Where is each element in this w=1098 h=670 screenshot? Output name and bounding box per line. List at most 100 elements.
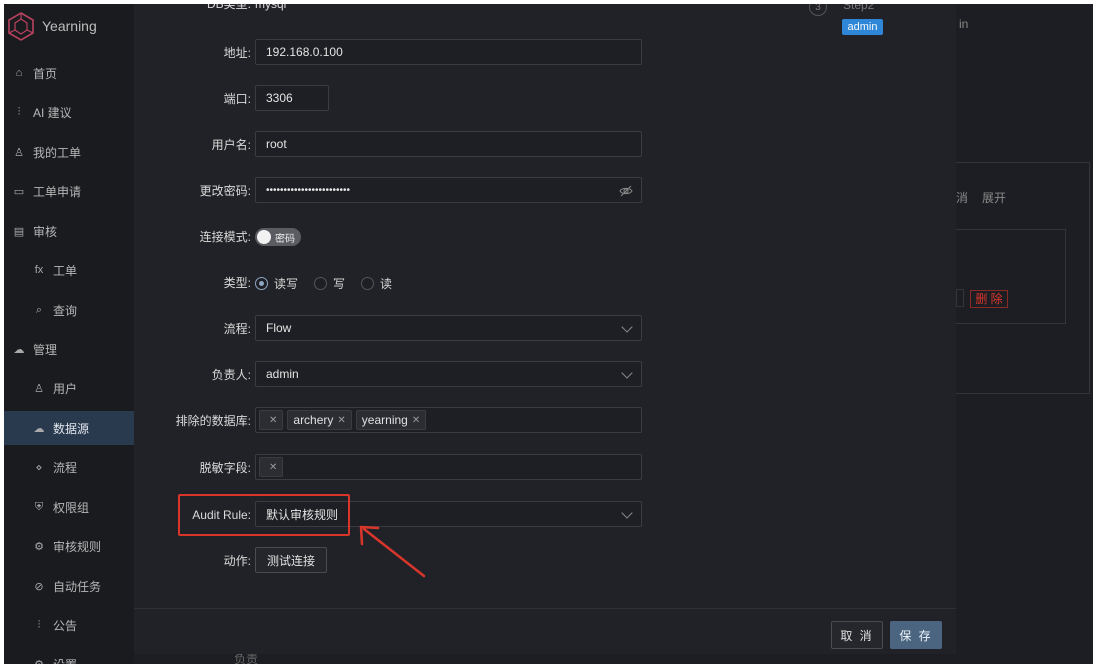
close-icon[interactable]: ✕	[412, 415, 420, 426]
username-value: root	[266, 137, 287, 151]
cloud-icon: ☁	[33, 422, 45, 435]
password-value: ••••••••••••••••••••••••	[266, 184, 351, 196]
rule-icon: ⚙	[34, 540, 44, 553]
username-input[interactable]: root	[255, 131, 642, 157]
form-row-username: 用户名: root	[134, 131, 956, 159]
form-row-address: 地址: 192.168.0.100	[134, 39, 956, 67]
port-label: 端口:	[223, 92, 251, 106]
form-row-exclude-db: 排除的数据库: ✕ archery ✕ yearning ✕	[134, 407, 956, 435]
close-icon[interactable]: ✕	[269, 462, 277, 473]
mask-field-tag: ✕	[259, 457, 284, 477]
search-icon: ⌕	[35, 303, 43, 316]
radio-write[interactable]: 写	[314, 275, 345, 292]
sidebar-item-label: 公告	[53, 618, 78, 633]
sidebar-item-14[interactable]: ⫶ 公告	[4, 608, 134, 642]
close-icon[interactable]: ✕	[337, 415, 345, 426]
sidebar-item-6[interactable]: ⌕ 查询	[4, 293, 134, 327]
logo[interactable]: Yearning	[4, 4, 134, 48]
sidebar-item-5[interactable]: fx 工单	[4, 253, 134, 287]
sidebar-item-11[interactable]: ⛨ 权限组	[4, 490, 134, 524]
sidebar-item-2[interactable]: ♙ 我的工单	[4, 135, 134, 169]
exclude-db-tag: archery ✕	[287, 410, 352, 430]
chevron-down-icon	[621, 321, 633, 333]
owner-value: admin	[266, 367, 299, 381]
sidebar-item-1[interactable]: ⫶ AI 建议	[4, 95, 134, 129]
conn-mode-value: 密码	[275, 234, 295, 245]
form-row-password: 更改密码: ••••••••••••••••••••••••	[134, 177, 956, 205]
sidebar-item-4[interactable]: ▤ 审核	[4, 214, 134, 248]
bg-expand-link[interactable]: 展开	[982, 189, 1006, 206]
db-type-label: DB类型:	[206, 4, 251, 11]
sidebar-item-9[interactable]: ☁ 数据源	[4, 411, 134, 445]
form-row-mask-fields: 脱敏字段: ✕	[134, 454, 956, 482]
port-input[interactable]: 3306	[255, 85, 329, 111]
sidebar-item-8[interactable]: ♙ 用户	[4, 371, 134, 405]
monitor-icon: ▭	[13, 185, 25, 198]
password-input[interactable]: ••••••••••••••••••••••••	[255, 177, 642, 203]
modal-footer: 取 消 保 存	[134, 608, 956, 654]
exclude-db-tag: ✕	[259, 410, 284, 430]
cancel-button[interactable]: 取 消	[831, 621, 883, 649]
sidebar-item-label: 用户	[53, 381, 78, 396]
sidebar-item-13[interactable]: ⊘ 自动任务	[4, 569, 134, 603]
form-row-port: 端口: 3306	[134, 85, 956, 113]
clip-icon: ⊘	[34, 580, 44, 593]
close-icon[interactable]: ✕	[269, 415, 277, 426]
mask-fields-multiselect[interactable]: ✕	[255, 454, 642, 480]
form-row-action: 动作: 测试连接	[134, 547, 956, 575]
form-row-type: 类型: 读写 写 读	[134, 269, 956, 297]
conn-mode-switch[interactable]: 密码	[255, 228, 301, 246]
owner-label: 负责人:	[211, 368, 251, 382]
chevron-down-icon	[621, 507, 633, 519]
sidebar-item-15[interactable]: ⚙ 设置	[4, 647, 134, 665]
sidebar-item-label: 审核规则	[53, 539, 102, 554]
annotation-arrow-icon	[359, 525, 426, 578]
sidebar-item-label: 首页	[33, 66, 58, 81]
user-icon: ♙	[34, 382, 44, 395]
radio-empty-icon	[314, 276, 328, 290]
bg-small-button[interactable]	[956, 289, 964, 307]
sidebar-item-label: AI 建议	[33, 105, 72, 120]
yearning-logo-icon	[8, 12, 34, 41]
form-row-flow: 流程: Flow	[134, 315, 956, 343]
sidebar: Yearning ⌂ 首页 ⫶ AI 建议 ♙ 我的工单 ▭ 工单申请 ▤ 审核 fx 工单 ⌕ 查询 ☁ 管…	[4, 4, 134, 664]
address-label: 地址:	[223, 46, 251, 60]
bg-delete-button[interactable]: 删 除	[970, 290, 1008, 308]
form-row-owner: 负责人: admin	[134, 361, 956, 389]
test-connection-button[interactable]: 测试连接	[255, 547, 327, 573]
function-icon: fx	[34, 264, 44, 276]
sidebar-item-12[interactable]: ⚙ 审核规则	[4, 529, 134, 563]
address-input[interactable]: 192.168.0.100	[255, 39, 642, 65]
sidebar-item-label: 审核	[33, 224, 58, 239]
sidebar-item-label: 管理	[33, 342, 58, 357]
user-badge: admin	[842, 19, 883, 35]
settings-icon: ⚙	[32, 657, 46, 665]
exclude-db-multiselect[interactable]: ✕ archery ✕ yearning ✕	[255, 407, 642, 433]
flow-select[interactable]: Flow	[255, 315, 642, 341]
mask-fields-label: 脱敏字段:	[199, 461, 251, 475]
bg-in-text: in	[959, 17, 969, 31]
sidebar-item-3[interactable]: ▭ 工单申请	[4, 174, 134, 208]
owner-select[interactable]: admin	[255, 361, 642, 387]
radio-checked-icon	[255, 276, 268, 290]
user-icon: ♙	[14, 146, 24, 159]
bg-table	[956, 229, 1066, 324]
exclude-db-tag: yearning ✕	[355, 410, 427, 430]
radio-read[interactable]: 读	[361, 275, 392, 292]
sidebar-item-7[interactable]: ☁ 管理	[4, 332, 134, 366]
datasource-edit-modal: 3 Step2 admin DB类型: mysql 地址: 192.168.0.…	[134, 4, 956, 654]
sidebar-item-0[interactable]: ⌂ 首页	[4, 56, 134, 90]
port-value: 3306	[266, 91, 293, 105]
home-icon: ⌂	[15, 67, 23, 79]
cloud-icon: ☁	[13, 343, 25, 356]
form-row-db-type: DB类型: mysql	[134, 4, 956, 18]
sidebar-item-label: 工单	[53, 263, 78, 278]
db-type-value: mysql	[255, 4, 287, 11]
radio-read-write[interactable]: 读写	[255, 275, 298, 292]
save-button[interactable]: 保 存	[890, 621, 942, 649]
radio-empty-icon	[361, 276, 375, 290]
conn-mode-label: 连接模式:	[199, 230, 251, 244]
sidebar-item-label: 工单申请	[33, 184, 82, 199]
sidebar-item-10[interactable]: ⋄ 流程	[4, 450, 134, 484]
eye-off-icon[interactable]	[619, 184, 633, 198]
